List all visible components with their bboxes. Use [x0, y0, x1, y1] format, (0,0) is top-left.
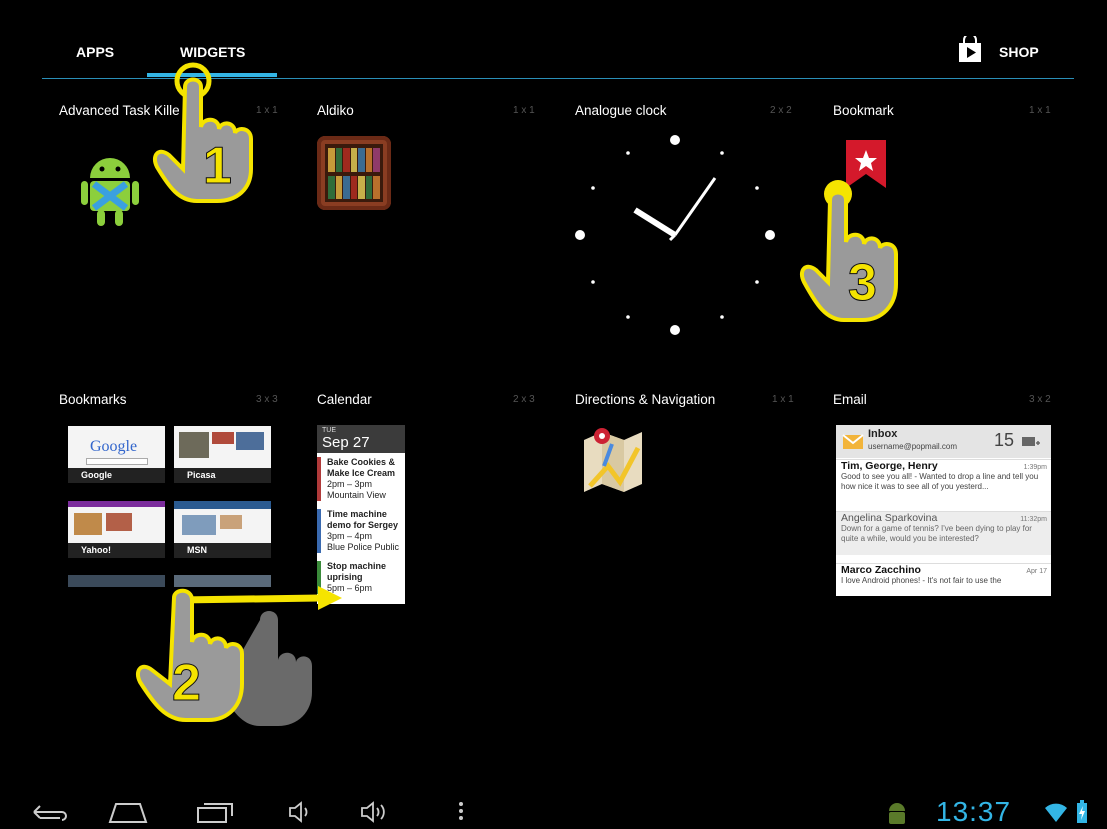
back-icon[interactable] — [32, 800, 68, 822]
calendar-event[interactable]: Time machine demo for Sergey 3pm – 4pm B… — [317, 509, 405, 553]
widget-label-bookmarks: Bookmarks — [59, 392, 127, 407]
email-account: username@popmail.com — [868, 442, 958, 451]
widget-label-analogue-clock: Analogue clock — [575, 103, 667, 118]
email-message[interactable]: Marco Zacchino Apr 17 I love Android pho… — [836, 563, 1051, 596]
widget-size: 1 x 1 — [772, 394, 794, 405]
bookshelf-icon — [325, 144, 383, 202]
widget-size: 1 x 1 — [513, 105, 535, 116]
shop-button[interactable]: SHOP — [999, 44, 1039, 60]
envelope-icon — [842, 434, 864, 449]
email-header: Inbox username@popmail.com 15 — [836, 425, 1051, 458]
email-unread-count: 15 — [994, 430, 1015, 450]
volume-down-icon[interactable] — [288, 800, 314, 824]
search-box — [86, 458, 148, 465]
calendar-day: TUE — [322, 427, 336, 434]
widget-size: 3 x 2 — [1029, 394, 1051, 405]
recent-apps-icon[interactable] — [196, 800, 236, 824]
home-icon[interactable] — [108, 800, 148, 824]
widget-label-directions: Directions & Navigation — [575, 392, 716, 407]
compose-icon[interactable] — [1022, 435, 1040, 449]
pointing-hand-icon: 3 — [799, 180, 898, 322]
play-store-icon[interactable] — [958, 36, 982, 62]
status-clock[interactable]: 13:37 — [936, 796, 1011, 828]
bookmark-label: Google — [68, 468, 165, 483]
notification-android-icon[interactable] — [886, 802, 908, 826]
pointing-hand-icon: 1 — [152, 62, 253, 203]
email-inbox-title: Inbox — [868, 428, 898, 440]
step-number: 3 — [848, 254, 877, 312]
task-killer-widget[interactable] — [80, 152, 140, 228]
bookmarks-widget[interactable]: Google Google Picasa Yahoo! MSN — [68, 426, 273, 591]
widget-size: 2 x 3 — [513, 394, 535, 405]
drag-gesture-icon: 2 — [135, 586, 342, 726]
step-number: 2 — [172, 654, 201, 712]
bookmark-label: MSN — [174, 543, 271, 558]
aldiko-widget[interactable] — [317, 136, 391, 210]
widget-label-calendar: Calendar — [317, 392, 372, 407]
widget-size: 3 x 3 — [256, 394, 278, 405]
bookmark-thumb-google[interactable]: Google Google — [68, 426, 165, 483]
widget-size: 2 x 2 — [770, 105, 792, 116]
menu-icon[interactable] — [456, 800, 466, 822]
bookmark-label: Yahoo! — [68, 543, 165, 558]
widget-size: 1 x 1 — [1029, 105, 1051, 116]
calendar-widget[interactable]: TUE Sep 27 Bake Cookies & Make Ice Cream… — [317, 425, 405, 604]
analogue-clock-widget[interactable] — [570, 130, 780, 340]
step-number: 1 — [203, 137, 232, 195]
calendar-header: TUE Sep 27 — [317, 425, 405, 453]
calendar-event[interactable]: Bake Cookies & Make Ice Cream 2pm – 3pm … — [317, 457, 405, 501]
widget-label-email: Email — [833, 392, 867, 407]
calendar-date: Sep 27 — [322, 434, 370, 451]
email-message[interactable]: Angelina Sparkovina 11:32pm Down for a g… — [836, 511, 1051, 555]
bookmark-thumb-yahoo[interactable]: Yahoo! — [68, 501, 165, 558]
widget-label-aldiko: Aldiko — [317, 103, 354, 118]
bookmark-thumb-msn[interactable]: MSN — [174, 501, 271, 558]
volume-up-icon[interactable] — [360, 800, 394, 824]
wifi-icon — [1045, 803, 1067, 822]
email-message[interactable]: Tim, George, Henry 1:39pm Good to see yo… — [836, 459, 1051, 503]
bookmark-label: Picasa — [174, 468, 271, 483]
battery-icon — [1077, 800, 1087, 823]
email-widget[interactable]: Inbox username@popmail.com 15 Tim, Georg… — [836, 425, 1051, 596]
navigation-map-icon[interactable] — [582, 426, 644, 492]
bookmark-thumb-picasa[interactable]: Picasa — [174, 426, 271, 483]
tab-apps[interactable]: APPS — [76, 44, 114, 60]
google-logo: Google — [90, 438, 138, 455]
widget-label-bookmark: Bookmark — [833, 103, 894, 118]
